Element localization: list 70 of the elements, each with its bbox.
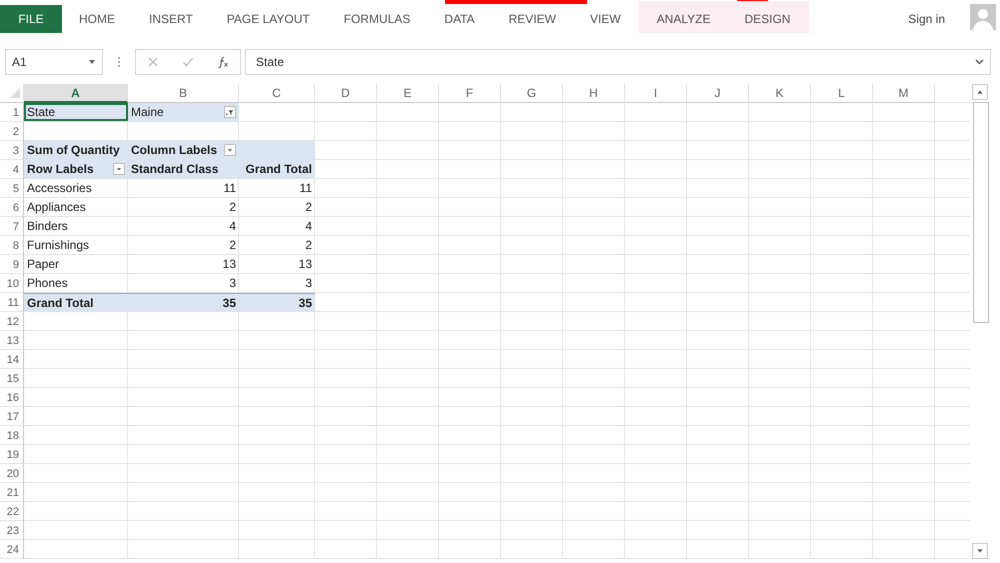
table-cell: 4 <box>128 217 239 236</box>
row-header[interactable]: 8 <box>0 236 24 255</box>
table-cell: 2 <box>239 236 315 255</box>
table-cell: Grand Total <box>24 293 128 312</box>
ribbon-tab[interactable]: ANALYZE <box>640 5 728 33</box>
row-header[interactable]: 19 <box>0 445 24 464</box>
dropdown-button[interactable] <box>113 163 125 175</box>
table-cell: Accessories <box>24 179 128 198</box>
row-header[interactable]: 13 <box>0 331 24 350</box>
row-header[interactable]: 6 <box>0 198 24 217</box>
cell-text: Column Labels <box>131 143 218 157</box>
scroll-down-icon[interactable] <box>972 543 988 559</box>
cell-text: Maine <box>131 105 164 119</box>
row-header[interactable]: 9 <box>0 255 24 274</box>
row-header[interactable]: 24 <box>0 540 24 559</box>
file-tab[interactable]: FILE <box>0 5 62 33</box>
formula-field[interactable]: State <box>245 49 991 75</box>
table-cell: 2 <box>128 198 239 217</box>
ribbon-tab[interactable]: DESIGN <box>727 5 808 33</box>
function-icon[interactable] <box>216 56 229 68</box>
table-cell: 2 <box>239 198 315 217</box>
row-header[interactable]: 21 <box>0 483 24 502</box>
ribbon-tab[interactable]: HOME <box>62 5 132 33</box>
row-header[interactable]: 23 <box>0 521 24 540</box>
scroll-thumb[interactable] <box>973 102 989 322</box>
table-cell: Sum of Quantity <box>24 141 128 160</box>
row-header[interactable]: 18 <box>0 426 24 445</box>
row-header[interactable]: 22 <box>0 502 24 521</box>
chevron-icon[interactable] <box>975 59 984 65</box>
table-cell: 13 <box>128 255 239 274</box>
row-header[interactable]: 17 <box>0 407 24 426</box>
filter-button[interactable] <box>224 106 236 118</box>
table-cell: 4 <box>239 217 315 236</box>
sign-in-link[interactable]: Sign in <box>891 5 962 33</box>
table-cell: 35 <box>128 293 239 312</box>
column-header[interactable]: A <box>24 84 128 103</box>
row-header[interactable]: 16 <box>0 388 24 407</box>
ribbon-tab[interactable]: REVIEW <box>492 5 573 33</box>
table-cell: 2 <box>128 236 239 255</box>
table-cell: 11 <box>239 179 315 198</box>
table-cell: Standard Class <box>128 160 239 179</box>
table-cell: 13 <box>239 255 315 274</box>
table-cell: Paper <box>24 255 128 274</box>
table-cell: Furnishings <box>24 236 128 255</box>
ribbon-tab[interactable]: PAGE LAYOUT <box>210 5 327 33</box>
row-header[interactable]: 14 <box>0 350 24 369</box>
row-header[interactable]: 12 <box>0 312 24 331</box>
table-cell: Grand Total <box>239 160 315 179</box>
row-header[interactable]: 2 <box>0 122 24 141</box>
row-header[interactable]: 20 <box>0 464 24 483</box>
dropdown-button[interactable] <box>224 144 236 156</box>
check-icon[interactable] <box>182 56 194 68</box>
cell-text: Row Labels <box>27 162 94 176</box>
row-header[interactable]: 15 <box>0 369 24 388</box>
ribbon-tab[interactable]: VIEW <box>572 5 638 33</box>
table-cell: 11 <box>128 179 239 198</box>
scroll-up-icon[interactable] <box>972 84 988 100</box>
row-header[interactable]: 10 <box>0 274 24 293</box>
ribbon-tab[interactable]: INSERT <box>132 5 210 33</box>
ribbon-tab[interactable]: DATA <box>427 5 492 33</box>
ribbon-tab[interactable]: FORMULAS <box>326 5 428 33</box>
table-cell: Appliances <box>24 198 128 217</box>
table-cell: Binders <box>24 217 128 236</box>
row-header[interactable]: 5 <box>0 179 24 198</box>
table-cell: 35 <box>239 293 315 312</box>
caret-icon[interactable] <box>88 59 96 65</box>
row-header[interactable]: 7 <box>0 217 24 236</box>
table-cell: State <box>24 103 128 122</box>
name-box[interactable]: A1 <box>5 49 103 75</box>
vertical-scrollbar[interactable] <box>972 84 990 559</box>
